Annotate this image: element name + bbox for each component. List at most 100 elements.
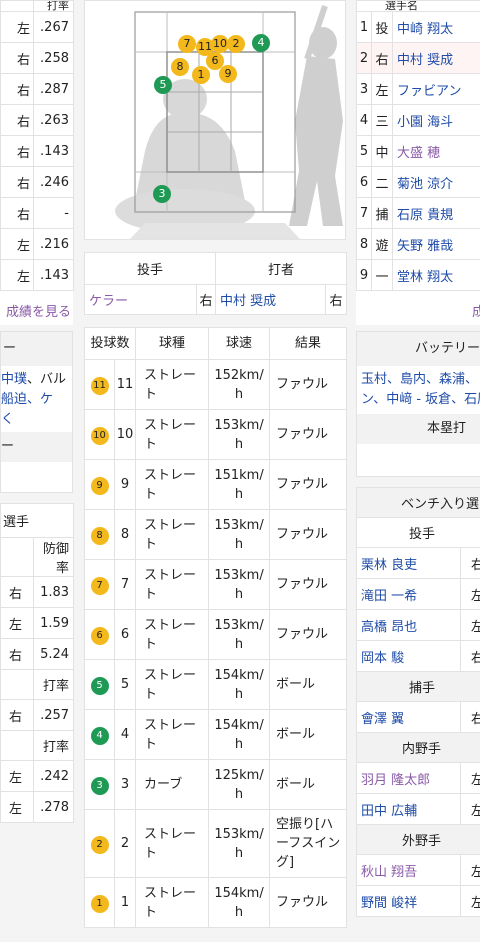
pitcher-stats-row: 左 .242	[0, 760, 75, 792]
pitch-point[interactable]: 2	[227, 35, 245, 53]
player-link[interactable]: 岡本 駿	[356, 640, 461, 672]
pitch-point[interactable]: 8	[171, 58, 189, 76]
pitch-badge: 5	[90, 676, 109, 695]
stats-row: 左 .216	[0, 228, 74, 260]
lineup-row: 6 二菊池 涼介	[356, 166, 480, 198]
lineup-row: 5 中大盛 穂	[356, 135, 480, 167]
stats-row: 左 .267	[0, 11, 74, 43]
matchup-table: 投手 打者 ケラー 右 中村 奨成 右	[83, 252, 348, 315]
player-link[interactable]: 野間 峻祥	[356, 885, 461, 917]
player-link[interactable]: 中崎 翔太	[391, 11, 480, 43]
lineup-row: 4 三小園 海斗	[356, 104, 480, 136]
player-link[interactable]: 田中 広輔	[356, 793, 461, 825]
pitch-row: 2 2 ストレート 153km/h 空振り[ハーフスイング]	[84, 809, 348, 878]
pitch-result: ファウル	[269, 409, 348, 460]
player-link[interactable]: 滝田 一希	[356, 578, 461, 610]
player-link[interactable]: 菊池 涼介	[391, 166, 480, 198]
bench-row: 秋山 翔吾左	[356, 854, 480, 886]
pitch-number: 6	[113, 609, 137, 660]
player-link[interactable]: 石原 貴規	[391, 197, 480, 229]
pitch-point[interactable]: 3	[153, 185, 171, 203]
battery-pitchers[interactable]: 玉村、島内、森浦、	[361, 370, 480, 390]
pitch-type: ストレート	[135, 659, 210, 710]
stats-row: 右 .246	[0, 166, 74, 198]
player-link[interactable]: 中村 奨成	[391, 42, 480, 74]
pitcher-name[interactable]: ケラー	[84, 284, 197, 315]
battery-catchers[interactable]: ン、中﨑 - 坂倉、石原	[361, 390, 480, 410]
pitch-number: 4	[113, 709, 137, 760]
pitch-type: ストレート	[135, 709, 210, 760]
pitcher-stats-row: 右 1.83	[0, 576, 75, 608]
right-column: 選手名 1 投中崎 翔太 2 右中村 奨成 3 左ファビアン 4 三小園 海斗 5 中大盛 穂6二…	[356, 0, 480, 917]
player-link[interactable]: 羽月 隆太郎	[356, 762, 461, 794]
pitch-speed: 154km/h	[208, 877, 271, 928]
pitch-number: 2	[113, 809, 137, 878]
pitch-result: ファウル	[269, 509, 348, 560]
pitch-result: ファウル	[269, 609, 348, 660]
pitch-number: 10	[113, 409, 137, 460]
bench-row: 會澤 翼右	[356, 701, 480, 733]
pitch-type: ストレート	[135, 459, 210, 510]
pitch-number: 3	[113, 759, 137, 810]
pitch-speed: 153km/h	[208, 609, 271, 660]
player-link[interactable]: 小園 海斗	[391, 104, 480, 136]
pitch-speed: 153km/h	[208, 809, 271, 878]
pitch-badge: 2	[90, 835, 109, 854]
pitch-number: 11	[113, 359, 137, 410]
pitch-speed: 153km/h	[208, 409, 271, 460]
pitch-row: 11 11 ストレート 152km/h ファウル	[84, 359, 348, 410]
pitch-speed: 154km/h	[208, 709, 271, 760]
player-link[interactable]: ファビアン	[391, 73, 480, 105]
lineup-row: 9 一堂林 翔太	[356, 259, 480, 291]
lineup-table: 選手名 1 投中崎 翔太 2 右中村 奨成 3 左ファビアン 4 三小園 海斗 5 中大盛 穂6二…	[356, 0, 480, 291]
pitch-point[interactable]: 9	[219, 65, 237, 83]
pitch-row: 7 7 ストレート 153km/h ファウル	[84, 559, 348, 610]
player-link[interactable]: 大盛 穂	[391, 135, 480, 167]
player-link[interactable]: 高橋 昂也	[356, 609, 461, 641]
player-link[interactable]: 栗林 良吏	[356, 547, 461, 579]
bench-row: 栗林 良吏右	[356, 547, 480, 579]
lineup-link[interactable]: 成	[356, 291, 480, 325]
pitch-point[interactable]: 5	[154, 76, 172, 94]
stats-row: 右 .143	[0, 135, 74, 167]
pitch-result: ファウル	[269, 359, 348, 410]
pitch-number: 9	[113, 459, 137, 510]
pitch-log-table: 投球数 球種 球速 結果 11 11 ストレート 152km/h ファウル 10 10 ストレ…	[83, 327, 348, 928]
pitch-badge: 9	[90, 476, 109, 495]
pitch-result: ファウル	[269, 459, 348, 510]
lineup-row: 3 左ファビアン	[356, 73, 480, 105]
player-link[interactable]: 矢野 雅哉	[391, 228, 480, 260]
batter-hand: 右	[325, 284, 348, 315]
pitch-point[interactable]: 1	[192, 66, 210, 84]
pitch-row: 1 1 ストレート 154km/h ファウル	[84, 877, 348, 928]
pitch-speed: 152km/h	[208, 359, 271, 410]
lineup-row: 2 右中村 奨成	[356, 42, 480, 74]
bench-row: 高橋 昂也左	[356, 609, 480, 641]
left-column: 打率 左 .267 右 .258 右 .287 右 .263 右 .143 右 .246 右 - 左 .216…	[0, 0, 75, 823]
pitch-type: ストレート	[135, 809, 210, 878]
batter-name[interactable]: 中村 奨成	[215, 284, 327, 315]
pitch-result: ファウル	[269, 559, 348, 610]
batting-stats-table: 打率 左 .267 右 .258 右 .287 右 .263 右 .143 右 .246 右 - 左 .216…	[0, 0, 74, 291]
pitch-point[interactable]: 7	[178, 35, 196, 53]
player-link[interactable]: 堂林 翔太	[391, 259, 480, 291]
pitch-type: ストレート	[135, 409, 210, 460]
pitch-speed: 125km/h	[208, 759, 271, 810]
pitch-type: ストレート	[135, 877, 210, 928]
pitch-type: ストレート	[135, 559, 210, 610]
stats-row: 右 .263	[0, 104, 74, 136]
pitch-type: ストレート	[135, 509, 210, 560]
pitcher-hand: 右	[195, 284, 217, 315]
pitch-badge: 10	[90, 426, 109, 445]
pitch-point[interactable]: 4	[252, 34, 270, 52]
player-link[interactable]: 會澤 翼	[356, 701, 461, 733]
pitch-type: ストレート	[135, 609, 210, 660]
pitch-number: 5	[113, 659, 137, 710]
bench-row: 野間 峻祥左	[356, 885, 480, 917]
pitch-row: 3 3 カーブ 125km/h ボール	[84, 759, 348, 810]
pitcher-stats-table: 選手 防御率 右 1.83 左 1.59 右 5.24 打率 右 .257 打率 左 .242…	[0, 503, 75, 823]
stats-link[interactable]: 成績を見る	[0, 291, 73, 325]
player-link[interactable]: 秋山 翔吾	[356, 854, 461, 886]
bench-row: 滝田 一希左	[356, 578, 480, 610]
pitch-result: ボール	[269, 709, 348, 760]
